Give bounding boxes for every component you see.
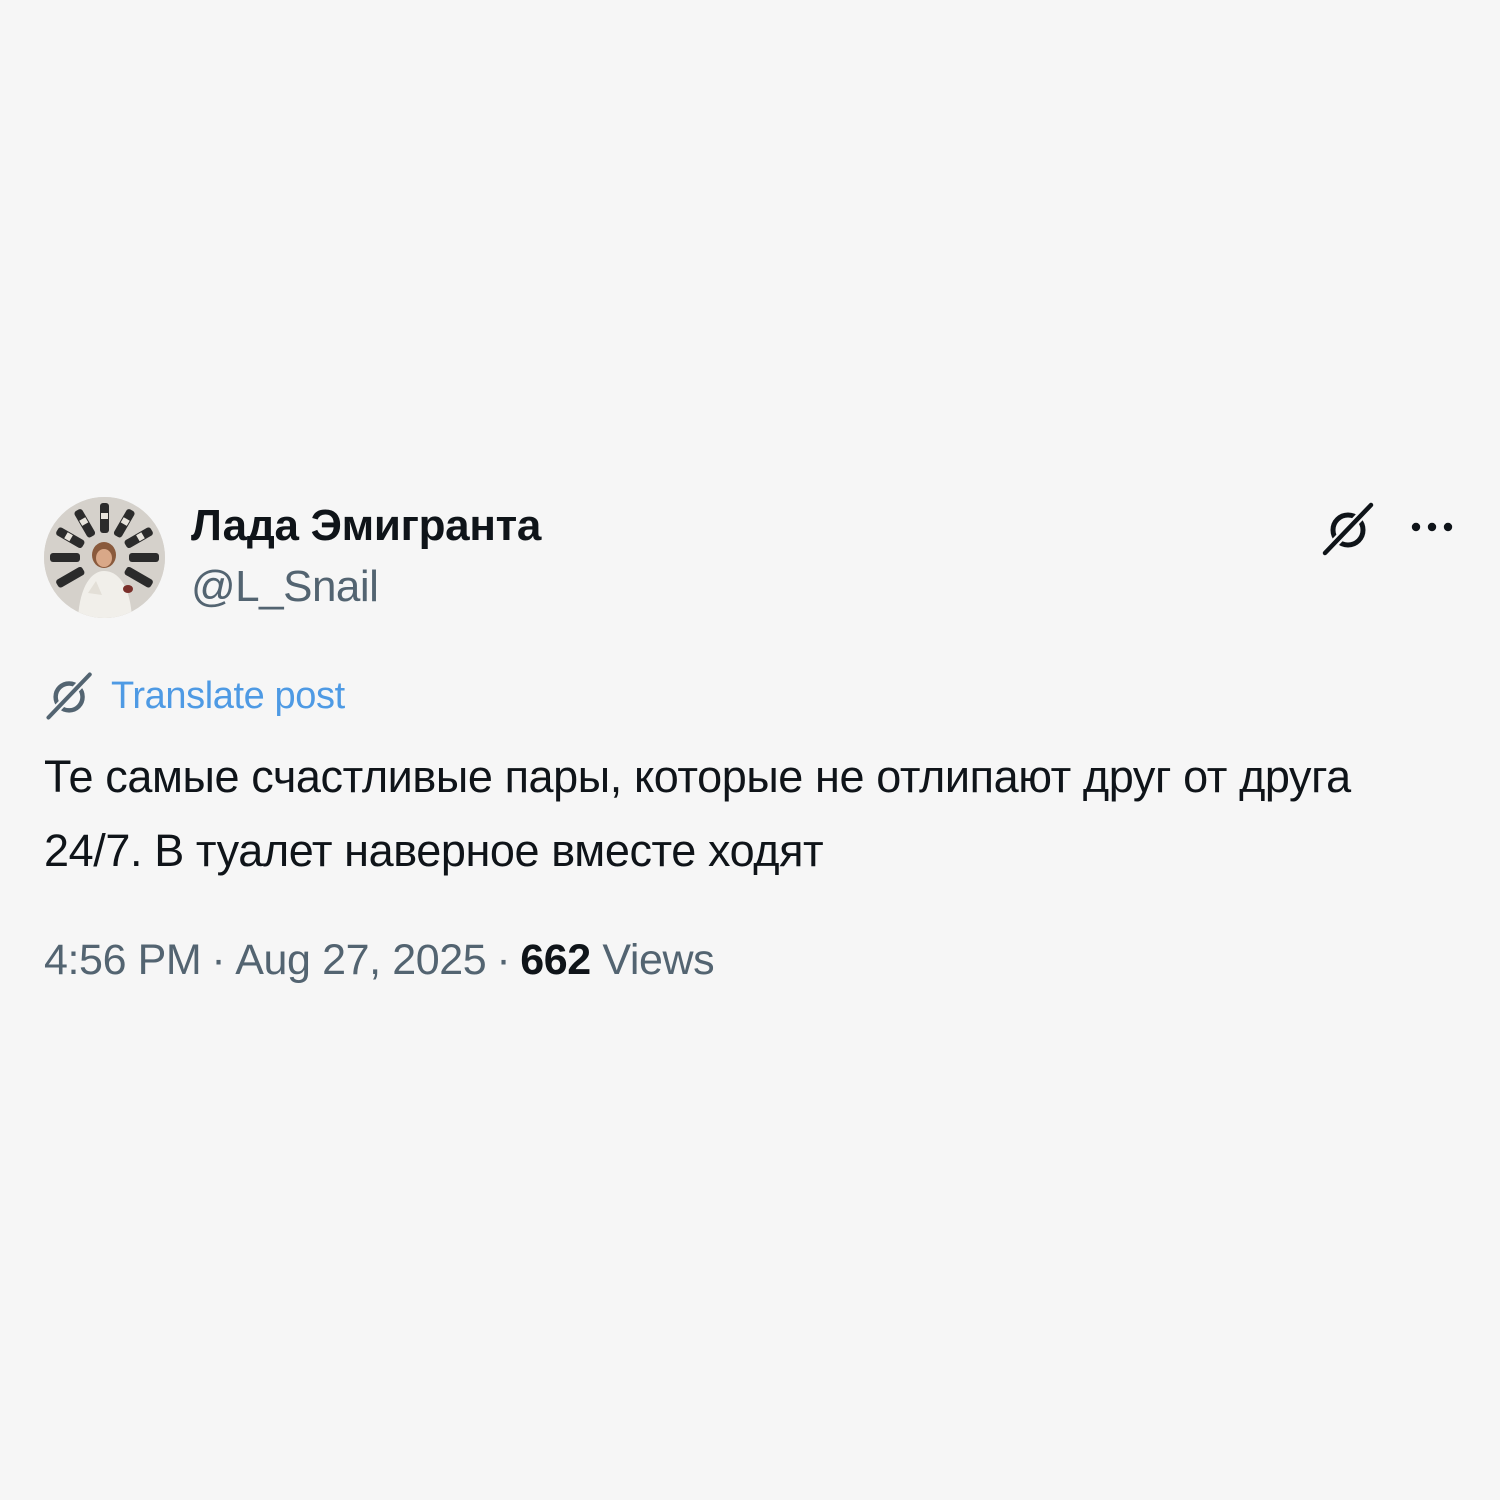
- views-count: 662: [520, 936, 591, 984]
- translate-post-label: Translate post: [111, 674, 345, 717]
- post-meta: 4:56 PM · Aug 27, 2025 · 662 Views: [44, 932, 715, 988]
- more-options-icon[interactable]: [1408, 512, 1456, 542]
- avatar[interactable]: [44, 497, 165, 618]
- author-display-name[interactable]: Лада Эмигранта: [191, 500, 541, 552]
- views-label: Views: [602, 936, 715, 984]
- translate-post-link[interactable]: Translate post: [44, 670, 345, 722]
- tweet-card: Лада Эмигранта @L_Snail Translate post Т…: [0, 0, 1500, 1500]
- grok-icon[interactable]: [1320, 500, 1378, 558]
- post-date[interactable]: Aug 27, 2025: [235, 936, 486, 984]
- post-text: Те самые счастливые пары, которые не отл…: [44, 751, 1351, 876]
- separator: ·: [496, 936, 511, 984]
- post-time[interactable]: 4:56 PM: [44, 936, 202, 984]
- separator: ·: [211, 936, 226, 984]
- grok-icon: [45, 671, 93, 721]
- author-handle[interactable]: @L_Snail: [191, 561, 379, 613]
- profile-photo-avatar: [44, 497, 165, 618]
